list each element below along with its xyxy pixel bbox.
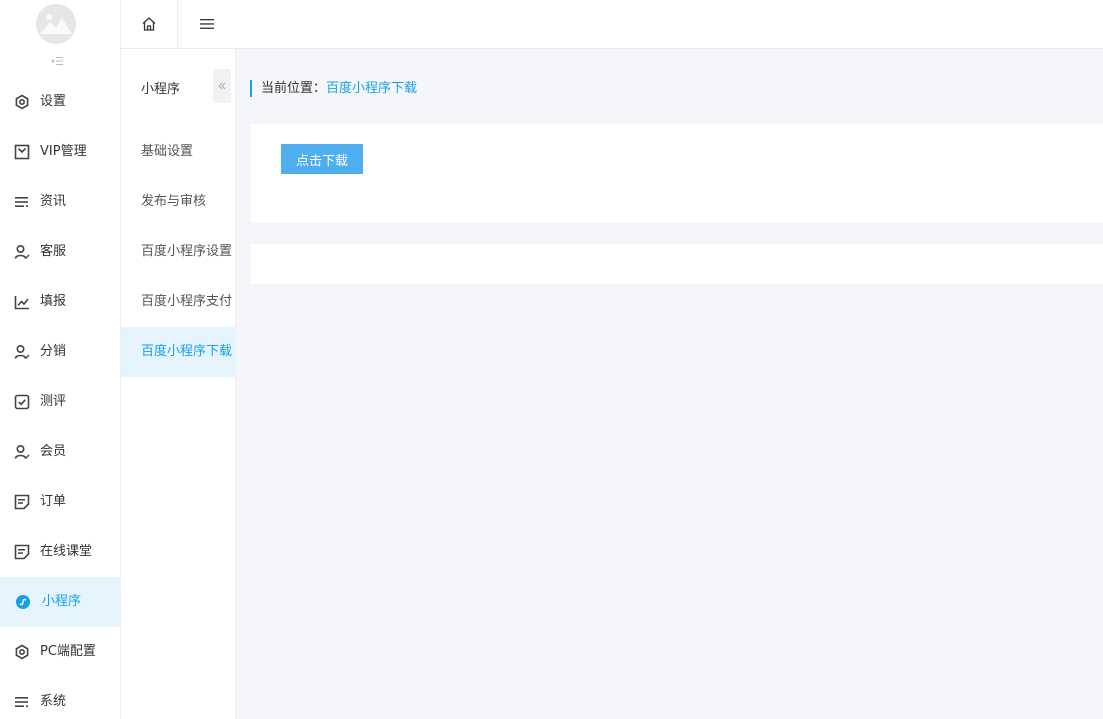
sidebar-item-label: 系统 — [40, 694, 67, 709]
sidebar-item-label: 填报 — [40, 294, 67, 309]
main-sidebar: 设置 VIP管理 资讯 客服 填报 分销 测评 会员 订单 在线课堂 小程序 P… — [0, 0, 121, 719]
sidebar-item-news[interactable]: 资讯 — [0, 177, 121, 227]
document-icon — [14, 544, 30, 560]
list-icon — [15, 697, 28, 707]
subnav-item-basic-settings[interactable]: 基础设置 — [121, 127, 236, 177]
sidebar-item-report[interactable]: 填报 — [0, 277, 121, 327]
document-icon — [14, 494, 30, 510]
logo-image-placeholder[interactable] — [36, 4, 76, 44]
image-placeholder-icon — [36, 4, 76, 44]
sidebar-item-vip[interactable]: VIP管理 — [0, 127, 121, 177]
vip-icon — [14, 144, 30, 160]
download-button[interactable]: 点击下载 — [281, 144, 363, 174]
subnav-item-publish-review[interactable]: 发布与审核 — [121, 177, 236, 227]
settings-icon — [15, 644, 29, 660]
sub-sidebar: 小程序 基础设置 发布与审核 百度小程序设置 百度小程序支付 百度小程序下载 — [121, 49, 236, 719]
content-panel — [251, 244, 1103, 284]
sidebar-item-label: 设置 — [40, 94, 67, 109]
subnav-item-baidu-payment[interactable]: 百度小程序支付 — [121, 277, 236, 327]
user-check-icon — [14, 244, 30, 259]
hamburger-menu-icon — [199, 19, 214, 29]
subnav-item-label: 发布与审核 — [141, 194, 207, 209]
breadcrumb-current[interactable]: 百度小程序下载 — [326, 81, 417, 96]
home-icon — [142, 17, 156, 31]
subnav-collapse-button[interactable] — [213, 69, 231, 103]
download-panel: 点击下载 — [251, 124, 1103, 223]
chart-line-icon — [14, 296, 29, 310]
sidebar-item-service[interactable]: 客服 — [0, 227, 121, 277]
sidebar-item-label: VIP管理 — [40, 144, 87, 159]
home-button[interactable] — [121, 0, 178, 48]
sidebar-item-label: 资讯 — [40, 194, 67, 209]
subnav-item-label: 百度小程序设置 — [141, 244, 233, 259]
breadcrumb-prefix: 当前位置： — [261, 81, 327, 96]
sidebar-item-label: 客服 — [40, 244, 67, 259]
sidebar-item-label: 小程序 — [42, 594, 82, 609]
menu-toggle-button[interactable] — [178, 0, 235, 48]
sidebar-item-label: 在线课堂 — [40, 544, 93, 559]
sidebar-item-orders[interactable]: 订单 — [0, 477, 121, 527]
double-chevron-left-icon — [218, 82, 226, 90]
breadcrumb: 当前位置：百度小程序下载 — [250, 80, 417, 97]
subnav-item-label: 基础设置 — [141, 144, 194, 159]
sidebar-item-distribution[interactable]: 分销 — [0, 327, 121, 377]
sidebar-item-label: 测评 — [40, 394, 67, 409]
sidebar-item-mini-program[interactable]: 小程序 — [0, 577, 121, 627]
sidebar-item-label: 会员 — [40, 444, 67, 459]
subnav-item-baidu-download[interactable]: 百度小程序下载 — [121, 327, 236, 377]
mini-program-icon — [16, 595, 30, 609]
subnav-title: 小程序 — [141, 82, 181, 97]
sidebar-item-online-class[interactable]: 在线课堂 — [0, 527, 121, 577]
sidebar-item-label: PC端配置 — [40, 644, 96, 659]
sidebar-item-label: 订单 — [40, 494, 67, 509]
subnav-item-baidu-settings[interactable]: 百度小程序设置 — [121, 227, 236, 277]
sidebar-item-assessment[interactable]: 测评 — [0, 377, 121, 427]
top-bar — [121, 0, 1103, 49]
checkbox-icon — [14, 394, 30, 410]
sidebar-item-system[interactable]: 系统 — [0, 677, 121, 719]
subnav-item-label: 百度小程序支付 — [141, 294, 233, 309]
sidebar-collapse-icon[interactable] — [50, 55, 64, 67]
sidebar-item-settings[interactable]: 设置 — [0, 77, 121, 127]
list-icon — [15, 197, 28, 207]
sidebar-item-label: 分销 — [40, 344, 67, 359]
subnav-item-label: 百度小程序下载 — [141, 344, 233, 359]
user-check-icon — [14, 444, 30, 459]
user-check-icon — [14, 344, 30, 359]
sidebar-item-pc-config[interactable]: PC端配置 — [0, 627, 121, 677]
sidebar-item-members[interactable]: 会员 — [0, 427, 121, 477]
settings-icon — [15, 94, 29, 110]
